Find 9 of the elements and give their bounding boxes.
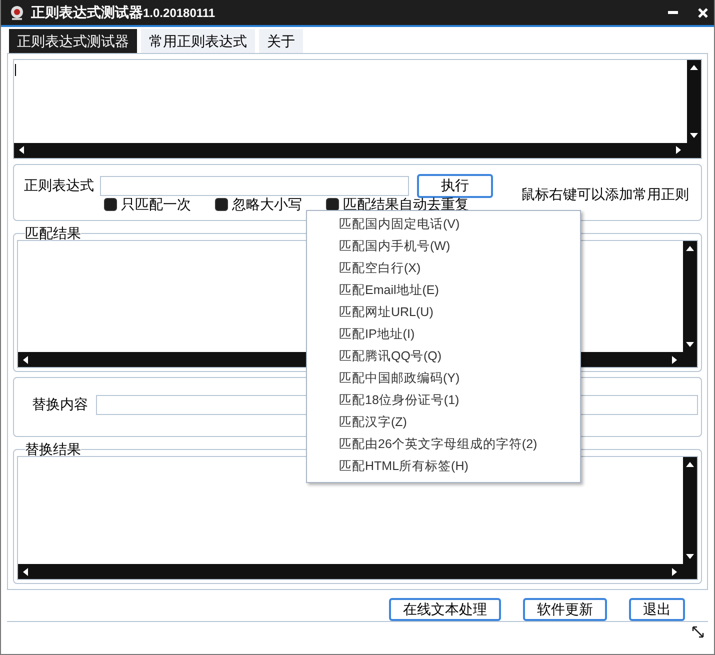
option-label: 只匹配一次: [121, 196, 191, 214]
window-title: 正则表达式测试器: [31, 4, 143, 22]
group-title: 匹配结果: [25, 226, 81, 240]
version-label: 1.0.20180111: [143, 6, 216, 20]
group-title: 替换结果: [25, 442, 81, 456]
replace-label: 替换内容: [32, 396, 88, 414]
option-label: 忽略大小写: [232, 196, 302, 214]
hint-text: 鼠标右键可以添加常用正则: [521, 186, 689, 204]
regex-label: 正则表达式: [24, 176, 94, 195]
